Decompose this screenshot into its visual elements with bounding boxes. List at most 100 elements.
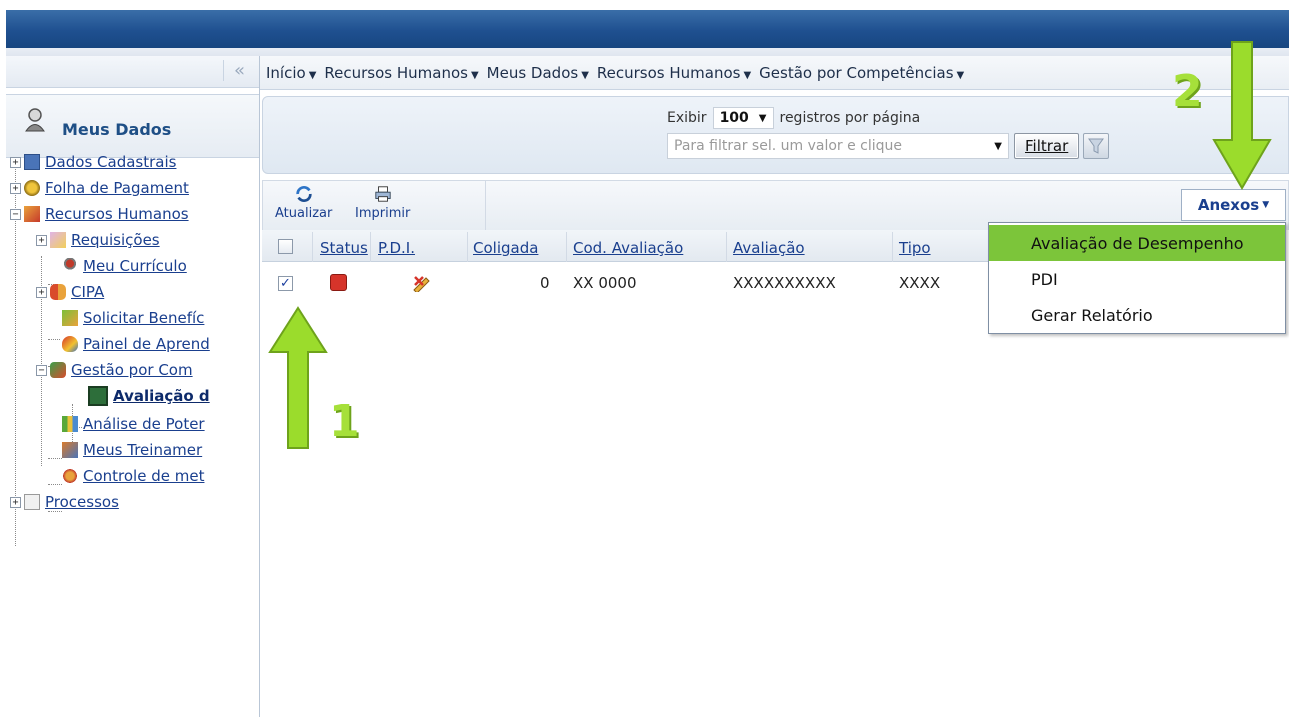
nav-item-label: Recursos Humanos (324, 63, 468, 82)
sidebar-item-dados-cadastrais[interactable]: + Dados Cadastrais (10, 152, 176, 172)
top-header-bar (6, 10, 1289, 48)
page-size-select[interactable]: 100 ▼ (712, 107, 774, 129)
nav-item-gestao-competencias[interactable]: Gestão por Competências ▼ (759, 64, 964, 82)
sidebar-item-gestao-competencias[interactable]: − Gestão por Com (36, 360, 193, 380)
menu-item-avaliacao-desempenho[interactable]: Avaliação de Desempenho (989, 225, 1285, 261)
expand-icon[interactable]: + (10, 496, 21, 508)
sidebar-item-folha-pagamento[interactable]: + Folha de Pagament (10, 178, 189, 198)
breadcrumb-nav: Início ▼ Recursos Humanos ▼ Meus Dados ▼ Re… (260, 56, 1289, 90)
row-checkbox[interactable]: ✓ (278, 276, 293, 291)
folder-icon (24, 494, 40, 510)
learning-panel-icon (62, 336, 78, 352)
menu-item-gerar-relatorio[interactable]: Gerar Relatório (989, 297, 1285, 333)
pdi-edit-icon[interactable] (412, 274, 432, 292)
sidebar-item-recursos-humanos[interactable]: − Recursos Humanos (10, 204, 189, 224)
sidebar-item-label[interactable]: Controle de met (83, 467, 204, 485)
annotation-step-number: 1 (329, 396, 360, 447)
sidebar-item-label[interactable]: Gestão por Com (71, 361, 193, 379)
nav-item-label: Recursos Humanos (596, 63, 741, 82)
page-size-value: 100 (719, 110, 749, 126)
sidebar-item-label[interactable]: Análise de Poter (83, 415, 205, 433)
sidebar-item-requisicoes[interactable]: + Requisições (36, 230, 160, 250)
chevron-down-icon: ▼ (743, 69, 752, 81)
sidebar-item-label[interactable]: Avaliação d (113, 387, 210, 405)
sidebar-item-solicitar-beneficio[interactable]: Solicitar Benefíc (62, 308, 204, 328)
column-header-pdi[interactable]: P.D.I. (378, 239, 415, 257)
sidebar-collapse-bar: « (6, 56, 259, 88)
collapse-sidebar-icon[interactable]: « (222, 60, 245, 81)
filter-button[interactable]: Filtrar (1014, 133, 1080, 159)
sidebar-item-label[interactable]: Requisições (71, 231, 160, 249)
filter-panel: Exibir 100 ▼ registros por página Para f… (262, 96, 1289, 174)
table-row[interactable]: ✓ 0 XX 0000 XXXXXXXXXX XXXX (262, 266, 988, 300)
clear-filter-icon[interactable] (1083, 133, 1110, 159)
sidebar-item-analise-potencial[interactable]: Análise de Poter (62, 414, 205, 434)
column-header-tipo[interactable]: Tipo (899, 239, 931, 257)
sidebar-item-label[interactable]: CIPA (71, 283, 104, 301)
sidebar-item-processos[interactable]: + Processos (10, 492, 119, 512)
sidebar-item-label[interactable]: Folha de Pagament (45, 179, 189, 197)
sidebar-item-painel-aprendizagem[interactable]: Painel de Aprend (62, 334, 210, 354)
chevron-down-icon: ▼ (581, 69, 589, 81)
column-header-cod-avaliacao[interactable]: Cod. Avaliação (573, 239, 683, 257)
sidebar-item-label[interactable]: Painel de Aprend (83, 335, 210, 353)
column-header-coligada[interactable]: Coligada (473, 239, 538, 257)
page-size-row: Exibir 100 ▼ registros por página (667, 107, 920, 129)
anexos-menu: Avaliação de Desempenho PDI Gerar Relató… (988, 222, 1286, 334)
menu-item-pdi[interactable]: PDI (989, 261, 1285, 297)
column-header-avaliacao[interactable]: Avaliação (733, 239, 805, 257)
nav-item-label: Meus Dados (486, 63, 579, 82)
sidebar-item-label[interactable]: Dados Cadastrais (45, 153, 176, 171)
nav-item-recursos-humanos[interactable]: Recursos Humanos ▼ (324, 64, 478, 82)
expand-icon[interactable]: + (36, 234, 47, 246)
chevron-down-icon: ▼ (1262, 200, 1270, 210)
sidebar-item-label[interactable]: Meu Currículo (83, 257, 187, 275)
user-icon (25, 108, 45, 132)
sidebar-item-meus-treinamentos[interactable]: Meus Treinamer (62, 440, 202, 460)
expand-icon[interactable]: + (36, 286, 47, 298)
nav-item-inicio[interactable]: Início ▼ (266, 64, 316, 82)
header-strip (6, 48, 1289, 56)
select-all-checkbox[interactable] (278, 239, 293, 254)
collapse-icon[interactable]: − (10, 208, 21, 220)
column-header-status[interactable]: Status (320, 239, 368, 257)
cell-cod-avaliacao: XX 0000 (573, 274, 637, 292)
sidebar-item-controle-metas[interactable]: Controle de met (62, 466, 204, 486)
sidebar-item-avaliacao[interactable]: Avaliação d (88, 386, 210, 406)
collapse-icon[interactable]: − (36, 364, 47, 376)
chevron-down-icon: ▼ (470, 69, 479, 81)
filter-placeholder: Para filtrar sel. um valor e clique (674, 138, 903, 154)
nav-item-recursos-humanos-2[interactable]: Recursos Humanos ▼ (597, 64, 751, 82)
request-pencil-icon (50, 232, 66, 248)
nav-item-label: Gestão por Competências (759, 63, 954, 82)
print-label: Imprimir (355, 206, 411, 221)
column-divider (467, 232, 468, 262)
anexos-dropdown-button[interactable]: Anexos ▼ (1181, 189, 1286, 221)
refresh-label: Atualizar (275, 206, 333, 221)
nav-item-meus-dados[interactable]: Meus Dados ▼ (487, 64, 589, 82)
exibir-label: Exibir (667, 110, 707, 126)
sidebar-item-label[interactable]: Meus Treinamer (83, 441, 202, 459)
sidebar-item-meu-curriculo[interactable]: Meu Currículo (62, 256, 187, 276)
chevron-down-icon: ▼ (758, 112, 767, 124)
filter-field-select[interactable]: Para filtrar sel. um valor e clique ▼ (667, 133, 1009, 159)
print-button[interactable]: Imprimir (355, 185, 410, 221)
sidebar-item-label[interactable]: Solicitar Benefíc (83, 309, 204, 327)
filter-row: Para filtrar sel. um valor e clique ▼ Fi… (667, 133, 1110, 159)
sidebar-item-label[interactable]: Recursos Humanos (45, 205, 189, 223)
sidebar-item-label[interactable]: Processos (45, 493, 119, 511)
nav-item-label: Início (266, 63, 306, 82)
benefit-icon (62, 310, 78, 326)
per-page-label: registros por página (779, 110, 921, 126)
expand-icon[interactable]: + (10, 182, 21, 194)
sidebar-item-cipa[interactable]: + CIPA (36, 282, 104, 302)
payroll-coins-icon (24, 180, 40, 196)
annotation-step-number: 2 (1172, 66, 1203, 117)
filter-button-label: Filtrar (1025, 137, 1069, 155)
toolbar-separator (485, 181, 486, 231)
sidebar: « Meus Dados + Dados Cadastrais + Folha … (6, 56, 260, 717)
goals-icon (62, 468, 78, 484)
refresh-button[interactable]: Atualizar (275, 185, 332, 221)
expand-icon[interactable]: + (10, 156, 21, 168)
cell-tipo: XXXX (899, 274, 941, 292)
